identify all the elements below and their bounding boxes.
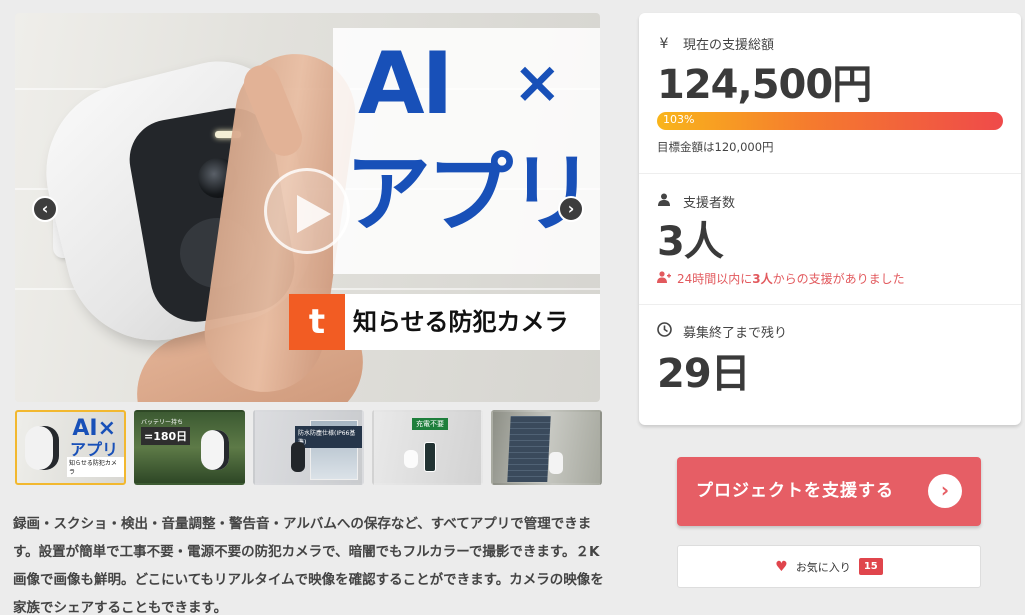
thumb-caption: バッテリー持ち: [141, 419, 184, 426]
time-left-label-row: 募集終了まで残り: [657, 322, 787, 341]
thumb-camera: [201, 430, 229, 470]
favorite-label: お気に入り: [795, 560, 851, 574]
thumb-phone: [424, 442, 436, 472]
project-page: AI × アプリ t 知らせる防犯カメラ ‹ › AI× アプリ 知らせる防犯カ…: [0, 0, 1025, 615]
project-description: 録画・スクショ・検出・音量調整・警告音・アルバムへの保存など、すべてアプリで管理…: [13, 516, 604, 615]
funding-amount: 124,500円: [657, 62, 872, 108]
chevron-right-icon: ›: [928, 474, 962, 508]
thumb-camera: [404, 450, 418, 468]
thumb-solar-panel: [507, 416, 551, 482]
thumb-label: 防水防塵仕様(IP66基準): [295, 426, 362, 448]
thumbnail-1[interactable]: AI× アプリ 知らせる防犯カメラ: [15, 410, 126, 485]
headline-ai: AI: [358, 34, 454, 134]
funding-progress-bar: 103%: [657, 112, 1003, 130]
supporters-label: 支援者数: [683, 196, 736, 211]
funding-goal: 目標金額は120,000円: [657, 140, 774, 154]
tagline-text: 知らせる防犯カメラ: [353, 308, 569, 336]
time-left-label: 募集終了まで残り: [683, 326, 788, 341]
thumb-camera: [25, 426, 59, 470]
thumb-subheadline: アプリ: [69, 440, 118, 459]
time-left-value: 29日: [657, 351, 751, 397]
thumb-headline: AI×: [72, 416, 116, 441]
prev-slide-icon[interactable]: ‹: [32, 196, 58, 222]
thumb-battery: =180日: [141, 427, 191, 445]
supporters-label-row: 支援者数: [657, 192, 735, 211]
yen-icon: ¥: [659, 35, 669, 52]
thumb-tagline: 知らせる防犯カメラ: [67, 457, 124, 477]
divider: [639, 304, 1021, 305]
thumbnail-5[interactable]: [491, 410, 602, 485]
stats-card: ¥ 現在の支援総額 124,500円 103% 目標金額は120,000円 支援…: [639, 13, 1021, 425]
funding-label-row: ¥ 現在の支援総額: [657, 34, 775, 54]
main-media-viewer[interactable]: AI × アプリ t 知らせる防犯カメラ ‹ ›: [15, 13, 600, 402]
thumb-label: 充電不要: [412, 418, 448, 430]
thumbnail-4[interactable]: 充電不要: [372, 410, 483, 485]
headline-times: ×: [513, 48, 562, 116]
favorite-count-badge: 15: [858, 558, 883, 575]
heart-icon: ♥: [775, 558, 788, 575]
support-project-button[interactable]: プロジェクトを支援する ›: [677, 457, 981, 526]
thumb-camera: [291, 442, 305, 472]
thumbnail-2[interactable]: バッテリー持ち =180日: [134, 410, 245, 485]
recent-text: 24時間以内に3人からの支援がありました: [677, 272, 905, 286]
recent-support-notice: 24時間以内に3人からの支援がありました: [657, 270, 905, 287]
favorite-button[interactable]: ♥ お気に入り 15: [677, 545, 981, 588]
support-button-label: プロジェクトを支援する: [696, 481, 894, 501]
divider: [639, 173, 1021, 174]
headline-app: アプリ: [345, 144, 595, 244]
clock-icon: [657, 322, 672, 341]
supporters-count: 3人: [657, 219, 724, 265]
funding-percent: 103%: [663, 113, 695, 126]
user-icon: [657, 193, 671, 210]
funding-label: 現在の支援総額: [683, 38, 775, 53]
play-video-icon[interactable]: [264, 168, 350, 254]
next-slide-icon[interactable]: ›: [558, 196, 584, 222]
thumbnail-3[interactable]: 防水防塵仕様(IP66基準): [253, 410, 364, 485]
users-plus-icon: [657, 271, 671, 286]
tuya-logo: t: [289, 294, 345, 350]
thumb-camera: [549, 452, 563, 474]
thumbnail-strip: AI× アプリ 知らせる防犯カメラ バッテリー持ち =180日 防水防塵仕様(I…: [15, 410, 602, 485]
